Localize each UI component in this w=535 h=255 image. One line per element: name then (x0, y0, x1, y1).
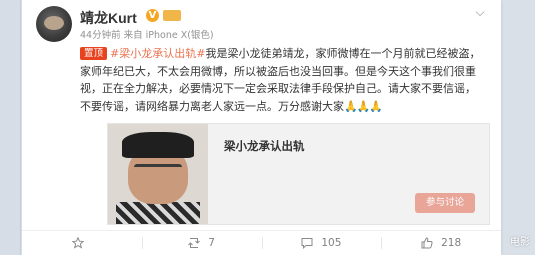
weibo-post-card: 靖龙Kurt V 44分钟前 来自 iPhone X(银色) ⌵ 置顶 #梁小龙承… (22, 0, 501, 255)
verified-icon: V (146, 9, 159, 22)
action-bar: 7 105 218 (22, 230, 501, 255)
join-discussion-button[interactable]: 参与讨论 (415, 193, 475, 213)
repost-icon (188, 237, 201, 249)
right-sidebar-edge (500, 0, 535, 255)
star-icon (71, 237, 84, 249)
pray-emoji-icon: 🙏🙏🙏 (344, 99, 383, 113)
like-button[interactable]: 218 (381, 231, 501, 255)
comment-count: 105 (321, 237, 342, 249)
repost-count: 7 (208, 237, 215, 249)
topic-thumbnail (108, 124, 208, 224)
topic-link[interactable]: #梁小龙承认出轨# (110, 47, 205, 60)
thumbs-up-icon (421, 237, 433, 249)
avatar[interactable] (36, 6, 72, 42)
member-badge-icon (163, 10, 181, 21)
comment-icon (301, 237, 313, 249)
chevron-down-icon[interactable]: ⌵ (473, 5, 487, 19)
favorite-button[interactable] (22, 231, 142, 255)
left-sidebar-edge (0, 0, 21, 255)
watermark: 电影 (510, 237, 530, 248)
post-content: 置顶 #梁小龙承认出轨#我是梁小龙徒弟靖龙，家师微博在一个月前就已经被盗，家师年纪… (80, 45, 484, 115)
comment-button[interactable]: 105 (261, 231, 382, 255)
pinned-badge: 置顶 (80, 47, 108, 60)
topic-share-card[interactable]: 梁小龙承认出轨 参与讨论 (107, 123, 490, 225)
post-meta: 44分钟前 来自 iPhone X(银色) (80, 30, 214, 41)
like-count: 218 (441, 237, 462, 249)
share-card-title: 梁小龙承认出轨 (224, 139, 305, 153)
repost-button[interactable]: 7 (141, 231, 262, 255)
username[interactable]: 靖龙Kurt (80, 8, 137, 28)
